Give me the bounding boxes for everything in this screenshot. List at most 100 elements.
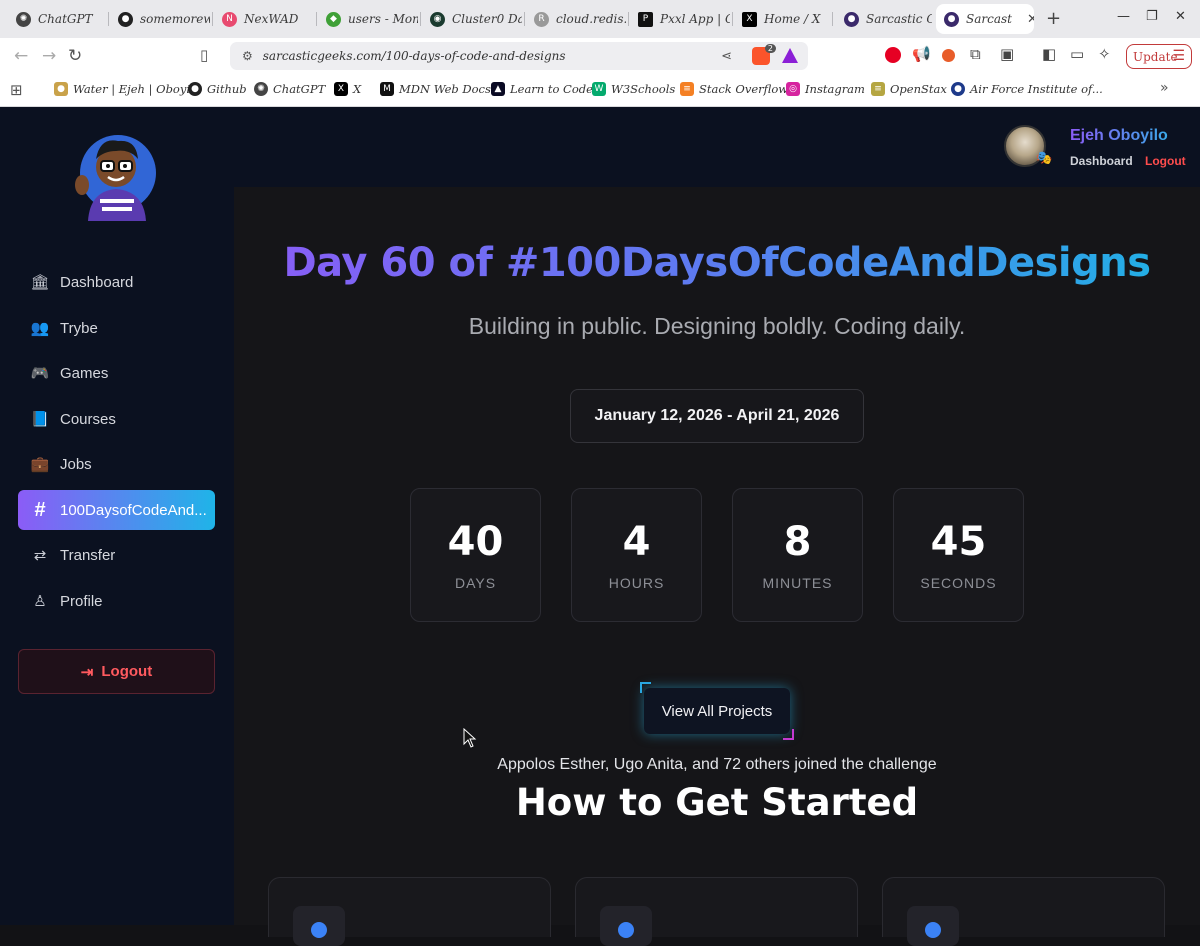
brave-shields-count: 2	[764, 44, 776, 53]
tab-mongodb[interactable]: ◆ users - Mong	[318, 5, 418, 33]
bookmark-openstax[interactable]: ≡ OpenStax	[871, 82, 947, 96]
restore-icon[interactable]: ❐	[1146, 9, 1158, 24]
tab-pxxl[interactable]: P Pxxl App | C	[630, 5, 730, 33]
sidebar-item-games[interactable]: 🎮 Games	[18, 353, 215, 393]
extension-orange-icon[interactable]	[942, 49, 955, 62]
url-field[interactable]: ⚙ sarcasticgeeks.com/100-days-of-code-an…	[230, 42, 808, 70]
bookmark-w3schools[interactable]: W W3Schools	[592, 82, 675, 96]
tab-cluster[interactable]: ◉ Cluster0 Dat	[422, 5, 522, 33]
view-all-projects-button[interactable]: View All Projects	[644, 688, 790, 734]
countdown-value: 4	[622, 519, 651, 565]
tab-title: NexWAD	[244, 12, 299, 26]
pxxl-icon: P	[638, 11, 653, 27]
chevron-double-right-icon[interactable]: »	[1160, 80, 1169, 96]
brave-rewards-icon[interactable]	[782, 48, 798, 63]
site-settings-icon[interactable]: ⚙	[242, 49, 253, 63]
countdown-label: MINUTES	[762, 575, 833, 591]
close-tab-icon[interactable]: ✕	[1027, 12, 1034, 27]
bank-icon: 🏛	[30, 274, 50, 291]
bookmark-label: ChatGPT	[273, 82, 326, 96]
user-name: Ejeh Oboyilo	[1070, 127, 1168, 144]
bookmark-github[interactable]: ● Github	[188, 82, 247, 96]
sidebar-toggle-icon[interactable]: ◧	[1042, 45, 1056, 63]
countdown-value: 8	[783, 519, 812, 565]
mongodb-icon: ◆	[326, 11, 341, 27]
minimize-icon[interactable]: —	[1117, 9, 1130, 24]
afit-icon: ●	[951, 82, 965, 96]
bookmark-label: W3Schools	[611, 82, 676, 96]
bookmark-icon[interactable]: ▯	[200, 46, 208, 64]
leo-ai-icon[interactable]: ✧	[1098, 45, 1111, 63]
tab-nexwad[interactable]: N NexWAD	[214, 5, 314, 33]
github-icon: ●	[188, 82, 202, 96]
wallet-icon[interactable]: ▭	[1070, 45, 1084, 63]
x-icon: X	[334, 82, 348, 96]
theater-masks-icon: 🎭	[1036, 151, 1053, 166]
bookmark-mdn[interactable]: M MDN Web Docs	[380, 82, 491, 96]
address-bar-row: ← → ↻ ▯ ⚙ sarcasticgeeks.com/100-days-of…	[0, 38, 1200, 74]
bookmark-water[interactable]: ● Water | Ejeh | Oboyilo	[54, 82, 201, 96]
sidebar-item-trybe[interactable]: 👥 Trybe	[18, 308, 215, 348]
sidebar-item-dashboard[interactable]: 🏛 Dashboard	[18, 262, 215, 302]
bookmark-instagram[interactable]: ◎ Instagram	[786, 82, 865, 96]
logout-icon: ⇥	[80, 663, 94, 681]
new-tab-icon[interactable]: +	[1046, 8, 1061, 29]
sidebar-item-transfer[interactable]: ⇄ Transfer	[18, 535, 215, 575]
sidebar-item-100days[interactable]: # 100DaysofCodeAnd...	[18, 490, 215, 530]
openstax-icon: ≡	[871, 82, 885, 96]
sidebar-item-label: Dashboard	[60, 273, 134, 291]
gamepad-icon: 🎮	[30, 365, 50, 382]
bookmark-stackoverflow[interactable]: ≡ Stack Overflow	[680, 82, 788, 96]
tab-github[interactable]: ● somemorewo	[110, 5, 210, 33]
pinterest-icon[interactable]	[885, 47, 901, 63]
extensions-puzzle-icon[interactable]: ⧉	[970, 45, 981, 63]
chatgpt-icon: ✺	[16, 11, 31, 27]
water-icon: ●	[54, 82, 68, 96]
sidebar: 🏛 Dashboard 👥 Trybe 🎮 Games 📘 Courses 💼 …	[0, 107, 234, 925]
share-icon[interactable]: ⋖	[721, 49, 732, 64]
sidebar-item-label: 100DaysofCodeAnd...	[60, 501, 207, 519]
tab-chatgpt[interactable]: ✺ ChatGPT	[8, 5, 108, 33]
close-window-icon[interactable]: ✕	[1175, 9, 1186, 24]
update-button[interactable]: Update ☰	[1126, 44, 1192, 69]
site-logo[interactable]	[70, 129, 162, 221]
apps-grid-icon[interactable]: ⊞	[10, 81, 23, 99]
participants-text: Appolos Esther, Ugo Anita, and 72 others…	[497, 756, 937, 773]
tab-redis[interactable]: R cloud.redis.i	[526, 5, 626, 33]
freecodecamp-icon: ▲	[491, 82, 505, 96]
logout-link[interactable]: Logout	[1145, 154, 1186, 168]
mdn-icon: M	[380, 82, 394, 96]
reader-icon[interactable]: ▣	[1000, 45, 1014, 63]
sidebar-item-label: Trybe	[60, 319, 98, 337]
sidebar-item-jobs[interactable]: 💼 Jobs	[18, 444, 215, 484]
tab-sarcastic-active[interactable]: ● Sarcast ✕	[936, 4, 1034, 34]
bookmark-x[interactable]: X X	[334, 82, 361, 96]
bookmark-chatgpt[interactable]: ✺ ChatGPT	[254, 82, 325, 96]
dashboard-link[interactable]: Dashboard	[1070, 154, 1133, 168]
bookmark-label: Instagram	[805, 82, 865, 96]
tab-x[interactable]: X Home / X	[734, 5, 830, 33]
countdown-minutes: 8 MINUTES	[732, 488, 863, 622]
browser-tab-bar: ✺ ChatGPT ● somemorewo N NexWAD ◆ users …	[0, 0, 1200, 38]
forward-icon[interactable]: →	[42, 46, 56, 66]
bookmark-label: MDN Web Docs	[399, 82, 491, 96]
bookmark-label: Air Force Institute of...	[970, 82, 1103, 96]
step-icon	[311, 922, 327, 938]
bookmark-afit[interactable]: ● Air Force Institute of...	[951, 82, 1103, 96]
bookmark-learn-to-code[interactable]: ▲ Learn to Code	[491, 82, 593, 96]
sidebar-logout-button[interactable]: ⇥ Logout	[18, 649, 215, 694]
sarcastic-icon: ●	[944, 11, 959, 27]
bookmark-label: Github	[207, 82, 247, 96]
reload-icon[interactable]: ↻	[68, 46, 82, 66]
countdown-label: SECONDS	[920, 575, 997, 591]
sidebar-item-profile[interactable]: ♙ Profile	[18, 581, 215, 621]
megaphone-icon[interactable]: 📢	[912, 45, 931, 63]
corner-bracket	[783, 729, 794, 740]
back-icon[interactable]: ←	[14, 46, 28, 66]
sidebar-item-courses[interactable]: 📘 Courses	[18, 399, 215, 439]
top-bar	[234, 107, 1200, 187]
step-card	[882, 877, 1165, 946]
stackoverflow-icon: ≡	[680, 82, 694, 96]
tab-sarcastic[interactable]: ● Sarcastic Ge	[836, 5, 932, 33]
bookmark-label: Stack Overflow	[699, 82, 789, 96]
